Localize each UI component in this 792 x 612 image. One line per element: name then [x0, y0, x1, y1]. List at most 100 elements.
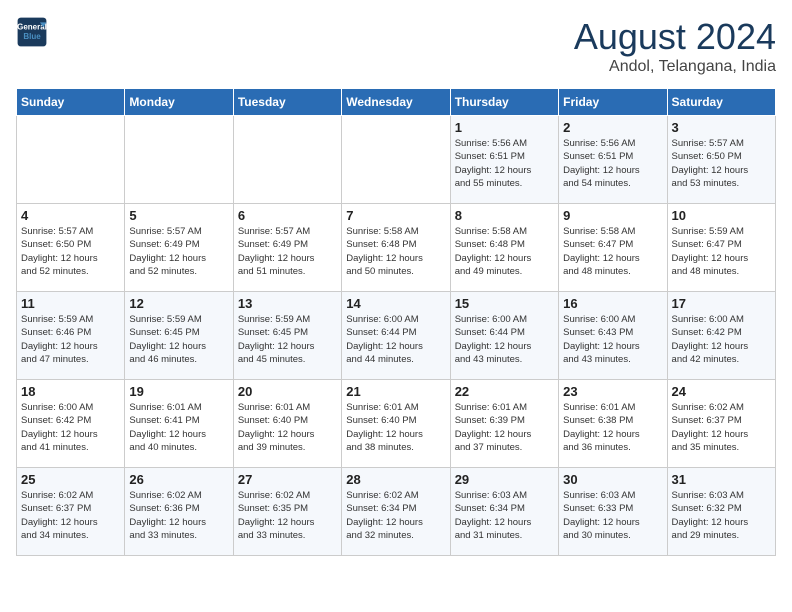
calendar-cell: 10 Sunrise: 5:59 AM Sunset: 6:47 PM Dayli… — [667, 204, 775, 292]
day-number: 14 — [346, 296, 445, 311]
day-number: 6 — [238, 208, 337, 223]
day-number: 11 — [21, 296, 120, 311]
day-detail: Sunrise: 6:01 AM Sunset: 6:40 PM Dayligh… — [238, 401, 337, 454]
day-number: 28 — [346, 472, 445, 487]
day-number: 4 — [21, 208, 120, 223]
day-number: 26 — [129, 472, 228, 487]
svg-text:Blue: Blue — [23, 32, 41, 41]
day-number: 12 — [129, 296, 228, 311]
calendar-cell — [342, 116, 450, 204]
day-number: 1 — [455, 120, 554, 135]
calendar-cell: 30 Sunrise: 6:03 AM Sunset: 6:33 PM Dayli… — [559, 468, 667, 556]
day-detail: Sunrise: 6:01 AM Sunset: 6:41 PM Dayligh… — [129, 401, 228, 454]
day-number: 19 — [129, 384, 228, 399]
col-header-wednesday: Wednesday — [342, 89, 450, 116]
day-detail: Sunrise: 6:01 AM Sunset: 6:39 PM Dayligh… — [455, 401, 554, 454]
week-row-2: 4 Sunrise: 5:57 AM Sunset: 6:50 PM Daylig… — [17, 204, 776, 292]
week-row-1: 1 Sunrise: 5:56 AM Sunset: 6:51 PM Daylig… — [17, 116, 776, 204]
day-detail: Sunrise: 5:59 AM Sunset: 6:45 PM Dayligh… — [129, 313, 228, 366]
day-number: 9 — [563, 208, 662, 223]
day-detail: Sunrise: 6:02 AM Sunset: 6:34 PM Dayligh… — [346, 489, 445, 542]
calendar-cell: 6 Sunrise: 5:57 AM Sunset: 6:49 PM Daylig… — [233, 204, 341, 292]
calendar-cell: 17 Sunrise: 6:00 AM Sunset: 6:42 PM Dayli… — [667, 292, 775, 380]
day-number: 16 — [563, 296, 662, 311]
calendar-cell: 11 Sunrise: 5:59 AM Sunset: 6:46 PM Dayli… — [17, 292, 125, 380]
day-detail: Sunrise: 5:57 AM Sunset: 6:50 PM Dayligh… — [672, 137, 771, 190]
day-number: 30 — [563, 472, 662, 487]
calendar-cell: 12 Sunrise: 5:59 AM Sunset: 6:45 PM Dayli… — [125, 292, 233, 380]
week-row-4: 18Sunrise: 6:00 AM Sunset: 6:42 PM Dayli… — [17, 380, 776, 468]
day-number: 2 — [563, 120, 662, 135]
day-number: 23 — [563, 384, 662, 399]
day-number: 13 — [238, 296, 337, 311]
day-detail: Sunrise: 5:56 AM Sunset: 6:51 PM Dayligh… — [455, 137, 554, 190]
day-detail: Sunrise: 6:00 AM Sunset: 6:43 PM Dayligh… — [563, 313, 662, 366]
calendar-cell: 18Sunrise: 6:00 AM Sunset: 6:42 PM Dayli… — [17, 380, 125, 468]
day-detail: Sunrise: 5:59 AM Sunset: 6:45 PM Dayligh… — [238, 313, 337, 366]
col-header-thursday: Thursday — [450, 89, 558, 116]
col-header-friday: Friday — [559, 89, 667, 116]
day-number: 20 — [238, 384, 337, 399]
calendar-cell: 16 Sunrise: 6:00 AM Sunset: 6:43 PM Dayli… — [559, 292, 667, 380]
col-header-tuesday: Tuesday — [233, 89, 341, 116]
month-title: August 2024 — [574, 16, 776, 58]
title-block: August 2024 Andol, Telangana, India — [574, 16, 776, 76]
calendar-cell: 19 Sunrise: 6:01 AM Sunset: 6:41 PM Dayli… — [125, 380, 233, 468]
day-number: 15 — [455, 296, 554, 311]
calendar-cell — [233, 116, 341, 204]
logo: General Blue — [16, 16, 48, 48]
day-detail: Sunrise: 5:58 AM Sunset: 6:48 PM Dayligh… — [455, 225, 554, 278]
day-number: 18 — [21, 384, 120, 399]
calendar-cell: 28 Sunrise: 6:02 AM Sunset: 6:34 PM Dayli… — [342, 468, 450, 556]
calendar-cell: 21Sunrise: 6:01 AM Sunset: 6:40 PM Dayli… — [342, 380, 450, 468]
logo-icon: General Blue — [16, 16, 48, 48]
day-number: 21 — [346, 384, 445, 399]
day-number: 22 — [455, 384, 554, 399]
day-detail: Sunrise: 5:57 AM Sunset: 6:49 PM Dayligh… — [129, 225, 228, 278]
day-detail: Sunrise: 6:02 AM Sunset: 6:37 PM Dayligh… — [672, 401, 771, 454]
day-detail: Sunrise: 6:03 AM Sunset: 6:34 PM Dayligh… — [455, 489, 554, 542]
day-detail: Sunrise: 6:02 AM Sunset: 6:36 PM Dayligh… — [129, 489, 228, 542]
day-detail: Sunrise: 5:58 AM Sunset: 6:48 PM Dayligh… — [346, 225, 445, 278]
day-number: 8 — [455, 208, 554, 223]
calendar-cell: 20 Sunrise: 6:01 AM Sunset: 6:40 PM Dayli… — [233, 380, 341, 468]
day-detail: Sunrise: 5:59 AM Sunset: 6:46 PM Dayligh… — [21, 313, 120, 366]
day-detail: Sunrise: 5:57 AM Sunset: 6:49 PM Dayligh… — [238, 225, 337, 278]
day-number: 25 — [21, 472, 120, 487]
calendar-cell: 24 Sunrise: 6:02 AM Sunset: 6:37 PM Dayli… — [667, 380, 775, 468]
calendar-header-row: SundayMondayTuesdayWednesdayThursdayFrid… — [17, 89, 776, 116]
week-row-5: 25Sunrise: 6:02 AM Sunset: 6:37 PM Dayli… — [17, 468, 776, 556]
calendar-cell: 2 Sunrise: 5:56 AM Sunset: 6:51 PM Daylig… — [559, 116, 667, 204]
day-number: 24 — [672, 384, 771, 399]
col-header-monday: Monday — [125, 89, 233, 116]
calendar-cell: 31 Sunrise: 6:03 AM Sunset: 6:32 PM Dayli… — [667, 468, 775, 556]
day-detail: Sunrise: 6:03 AM Sunset: 6:32 PM Dayligh… — [672, 489, 771, 542]
day-detail: Sunrise: 5:59 AM Sunset: 6:47 PM Dayligh… — [672, 225, 771, 278]
calendar-cell: 27Sunrise: 6:02 AM Sunset: 6:35 PM Dayli… — [233, 468, 341, 556]
col-header-saturday: Saturday — [667, 89, 775, 116]
calendar-cell: 1 Sunrise: 5:56 AM Sunset: 6:51 PM Daylig… — [450, 116, 558, 204]
subtitle: Andol, Telangana, India — [574, 58, 776, 76]
day-number: 5 — [129, 208, 228, 223]
calendar-cell: 22 Sunrise: 6:01 AM Sunset: 6:39 PM Dayli… — [450, 380, 558, 468]
col-header-sunday: Sunday — [17, 89, 125, 116]
calendar-cell — [17, 116, 125, 204]
day-number: 10 — [672, 208, 771, 223]
day-detail: Sunrise: 5:56 AM Sunset: 6:51 PM Dayligh… — [563, 137, 662, 190]
calendar-cell: 23 Sunrise: 6:01 AM Sunset: 6:38 PM Dayli… — [559, 380, 667, 468]
day-detail: Sunrise: 6:00 AM Sunset: 6:42 PM Dayligh… — [672, 313, 771, 366]
day-number: 31 — [672, 472, 771, 487]
day-detail: Sunrise: 5:57 AM Sunset: 6:50 PM Dayligh… — [21, 225, 120, 278]
calendar-cell: 25Sunrise: 6:02 AM Sunset: 6:37 PM Dayli… — [17, 468, 125, 556]
day-detail: Sunrise: 6:00 AM Sunset: 6:44 PM Dayligh… — [455, 313, 554, 366]
day-detail: Sunrise: 6:03 AM Sunset: 6:33 PM Dayligh… — [563, 489, 662, 542]
calendar-cell: 15 Sunrise: 6:00 AM Sunset: 6:44 PM Dayli… — [450, 292, 558, 380]
page-header: General Blue August 2024 Andol, Telangan… — [16, 16, 776, 76]
calendar-cell: 7 Sunrise: 5:58 AM Sunset: 6:48 PM Daylig… — [342, 204, 450, 292]
calendar-cell: 26 Sunrise: 6:02 AM Sunset: 6:36 PM Dayli… — [125, 468, 233, 556]
calendar-cell — [125, 116, 233, 204]
day-detail: Sunrise: 6:01 AM Sunset: 6:38 PM Dayligh… — [563, 401, 662, 454]
day-number: 7 — [346, 208, 445, 223]
day-number: 17 — [672, 296, 771, 311]
week-row-3: 11 Sunrise: 5:59 AM Sunset: 6:46 PM Dayli… — [17, 292, 776, 380]
